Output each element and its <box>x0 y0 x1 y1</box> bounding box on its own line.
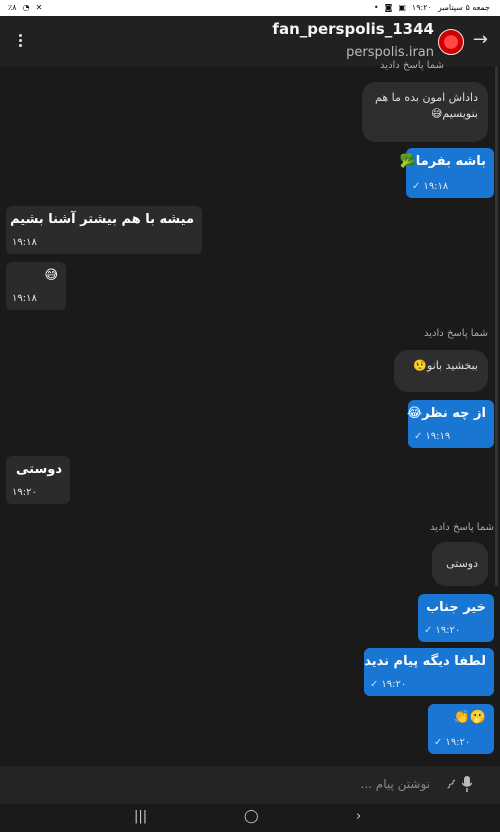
message-bubble-incoming[interactable]: 😅 ۱۹:۱۸ <box>6 262 66 310</box>
mic-icon[interactable] <box>461 776 473 792</box>
message-text: میشه با هم بیشتر آشنا بشیم <box>10 212 194 227</box>
message-bubble-incoming[interactable]: میشه با هم بیشتر آشنا بشیم ۱۹:۱۸ <box>6 206 202 254</box>
message-time: ۱۹:۲۰ <box>381 679 407 690</box>
message-meta: ۱۹:۲۰ <box>12 487 37 498</box>
message-text: از چه نظر😂 <box>406 406 486 421</box>
quoted-message[interactable]: ببخشید بانو🤨 <box>394 350 488 392</box>
message-text: 😅 <box>44 268 58 283</box>
system-nav-bar: ||| ◯ › <box>0 804 500 832</box>
reply-label: شما پاسخ دادید <box>424 328 488 339</box>
battery-level: ٪۸ <box>8 3 17 12</box>
status-left: ٪۸ ◔ ✕ <box>8 3 42 12</box>
sent-check-icon: ✓ <box>414 431 423 442</box>
message-text: باشه بفرما🥦 <box>399 154 486 169</box>
message-bubble-outgoing[interactable]: خیر جناب ✓ ۱۹:۲۰ <box>418 594 494 642</box>
sent-check-icon: ✓ <box>412 181 421 192</box>
message-time: ۱۹:۲۰ <box>12 487 37 498</box>
message-bubble-outgoing[interactable]: 🫢👏 ✓ ۱۹:۲۰ <box>428 704 494 754</box>
home-icon[interactable]: ◯ <box>244 809 259 824</box>
message-time: ۱۹:۱۹ <box>425 431 451 442</box>
message-meta: ۱۹:۱۸ <box>12 293 37 304</box>
message-meta: ✓ ۱۹:۱۸ <box>412 181 448 192</box>
status-bar: ٪۸ ◔ ✕ جمعه ۵ سپتامبر ۱۹:۲۰ ▣ ◙ • <box>0 0 500 16</box>
dot-icon: • <box>373 3 379 12</box>
back-icon[interactable]: › <box>356 809 361 824</box>
message-time: ۱۹:۲۰ <box>445 737 471 748</box>
message-bubble-outgoing[interactable]: باشه بفرما🥦 ✓ ۱۹:۱۸ <box>399 148 494 198</box>
message-bubble-outgoing[interactable]: از چه نظر😂 ✓ ۱۹:۱۹ <box>406 400 494 448</box>
message-meta: ✓ ۱۹:۲۰ <box>424 625 460 636</box>
message-composer: ⌇ نوشتن پیام ... <box>0 766 500 804</box>
sent-check-icon: ✓ <box>424 625 433 636</box>
reply-label: شما پاسخ دادید <box>380 60 444 71</box>
paperclip-icon[interactable]: ⌇ <box>443 777 459 793</box>
message-bubble-outgoing[interactable]: لطفا دیگه پیام ندید ✓ ۱۹:۲۰ <box>364 648 494 696</box>
message-text: خیر جناب <box>426 600 486 615</box>
message-input[interactable]: نوشتن پیام ... <box>361 777 430 791</box>
message-text: 🫢👏 <box>453 710 486 725</box>
notification-icon: ◙ <box>384 3 393 12</box>
quoted-text: دوستی <box>446 557 478 570</box>
quoted-message[interactable]: دوستی <box>432 542 488 586</box>
message-meta: ۱۹:۱۸ <box>12 237 37 248</box>
quoted-message[interactable]: داداش امون بده ما هم بنویسیم😅 <box>362 82 488 142</box>
date: جمعه ۵ سپتامبر <box>437 3 490 12</box>
mute-icon: ✕ <box>35 3 43 12</box>
chat-area: شما پاسخ دادید داداش امون بده ما هم بنوی… <box>0 60 500 766</box>
message-text: لطفا دیگه پیام ندید <box>364 654 486 669</box>
message-time: ۱۹:۱۸ <box>12 293 37 304</box>
sent-check-icon: ✓ <box>370 679 379 690</box>
wifi-icon: ◔ <box>22 3 30 12</box>
chat-header: fan_perspolis_1344 perspolis.iran → <box>0 16 500 66</box>
arrow-right-icon[interactable]: → <box>473 29 488 50</box>
message-time: ۱۹:۱۸ <box>423 181 449 192</box>
message-meta: ✓ ۱۹:۱۹ <box>414 431 450 442</box>
avatar[interactable] <box>438 29 464 55</box>
chat-title: fan_perspolis_1344 <box>272 20 434 38</box>
quoted-text: ببخشید بانو🤨 <box>413 359 478 372</box>
message-meta: ✓ ۱۹:۲۰ <box>434 737 470 748</box>
quoted-text: داداش امون بده ما هم بنویسیم😅 <box>375 91 478 120</box>
gallery-icon: ▣ <box>398 3 406 12</box>
message-meta: ✓ ۱۹:۲۰ <box>370 679 406 690</box>
more-vert-icon[interactable] <box>14 32 26 50</box>
message-time: ۱۹:۲۰ <box>435 625 461 636</box>
clock: ۱۹:۲۰ <box>411 3 432 12</box>
reply-label: شما پاسخ دادید <box>430 522 494 533</box>
sent-check-icon: ✓ <box>434 737 443 748</box>
message-text: دوستی <box>16 462 62 477</box>
recents-icon[interactable]: ||| <box>134 809 147 824</box>
message-time: ۱۹:۱۸ <box>12 237 37 248</box>
chat-subtitle: perspolis.iran <box>346 45 434 60</box>
status-right: جمعه ۵ سپتامبر ۱۹:۲۰ ▣ ◙ • <box>374 3 490 12</box>
message-bubble-incoming[interactable]: دوستی ۱۹:۲۰ <box>6 456 70 504</box>
